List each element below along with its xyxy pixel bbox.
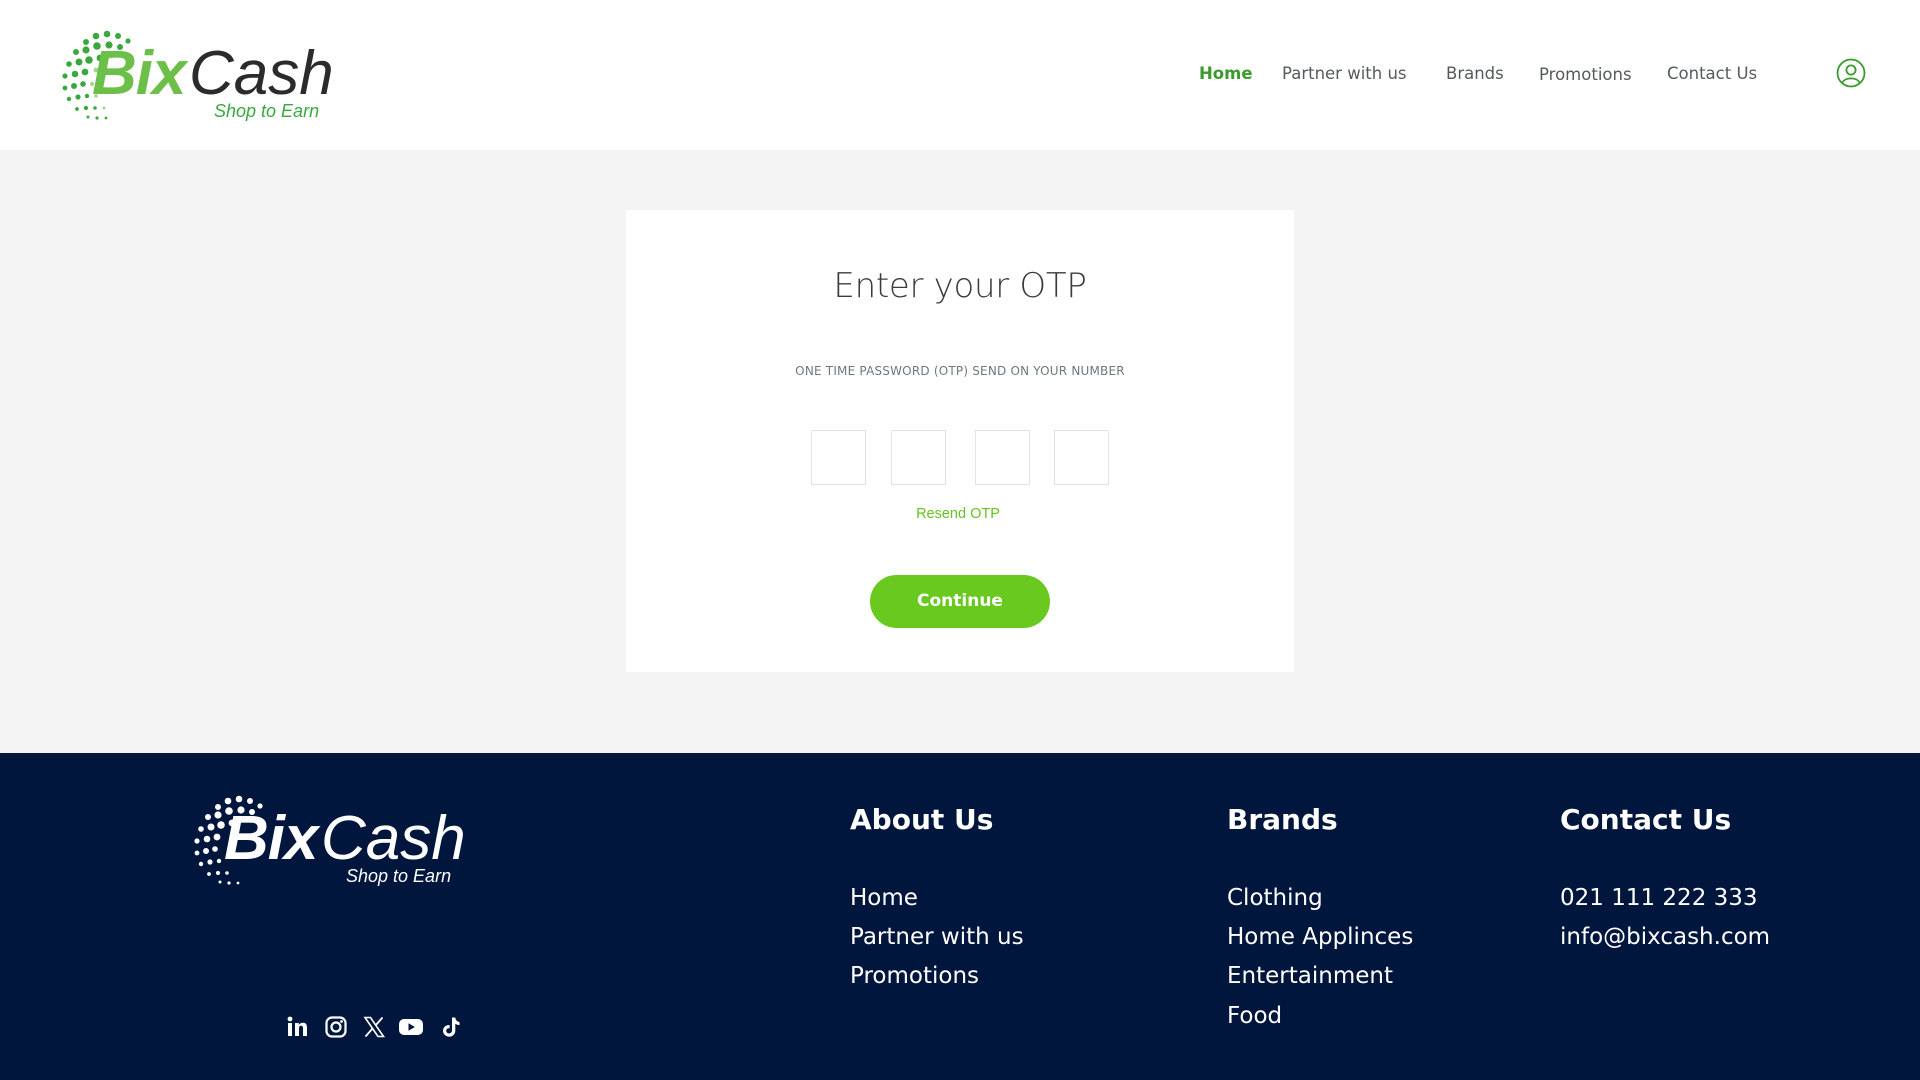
footer-link-home[interactable]: Home [850,885,918,911]
logo-cash-text: Cash [189,39,334,108]
tiktok-icon[interactable] [439,1015,463,1039]
otp-subtitle: ONE TIME PASSWORD (OTP) SEND ON YOUR NUM… [795,364,1125,378]
nav-partner-with-us[interactable]: Partner with us [1282,64,1407,83]
footer-about-title: About Us [850,803,994,836]
otp-title: Enter your OTP [833,266,1087,306]
bixcash-logo[interactable]: Bix Cash Shop to Earn [56,24,336,126]
footer-contact-phone[interactable]: 021 111 222 333 [1560,885,1758,911]
site-footer: Bix Cash Shop to Earn About Us Home Part… [0,753,1920,1080]
footer-link-partner[interactable]: Partner with us [850,924,1024,950]
otp-digit-3[interactable] [975,430,1030,485]
footer-link-home-applinces[interactable]: Home Applinces [1227,924,1413,950]
footer-logo-tagline: Shop to Earn [346,866,452,886]
logo-bix-text: Bix [92,39,186,108]
resend-otp-link[interactable]: Resend OTP [626,506,1290,522]
site-header: Bix Cash Shop to Earn Home Partner with … [0,0,1920,150]
footer-link-promotions[interactable]: Promotions [850,963,979,989]
otp-digit-2[interactable] [891,430,946,485]
linkedin-icon[interactable] [286,1015,310,1039]
footer-link-entertainment[interactable]: Entertainment [1227,963,1393,989]
footer-link-food[interactable]: Food [1227,1003,1282,1029]
nav-brands[interactable]: Brands [1446,64,1504,83]
footer-link-clothing[interactable]: Clothing [1227,885,1323,911]
continue-button[interactable]: Continue [870,575,1050,628]
instagram-icon[interactable] [324,1015,348,1039]
nav-promotions[interactable]: Promotions [1539,65,1632,84]
otp-digit-1[interactable] [811,430,866,485]
footer-contact-title: Contact Us [1560,803,1732,836]
user-circle-icon[interactable] [1836,58,1866,88]
otp-card: Enter your OTP ONE TIME PASSWORD (OTP) S… [626,210,1294,672]
youtube-icon[interactable] [398,1015,424,1039]
footer-brands-title: Brands [1227,803,1338,836]
footer-logo-bix-text: Bix [224,804,318,873]
nav-home[interactable]: Home [1199,64,1253,83]
footer-contact-email[interactable]: info@bixcash.com [1560,924,1770,950]
logo-tagline: Shop to Earn [214,101,320,121]
otp-digit-4[interactable] [1054,430,1109,485]
footer-logo[interactable]: Bix Cash Shop to Earn [188,789,468,891]
nav-contact-us[interactable]: Contact Us [1667,64,1757,83]
x-icon[interactable] [362,1015,386,1039]
footer-logo-cash-text: Cash [321,804,466,873]
